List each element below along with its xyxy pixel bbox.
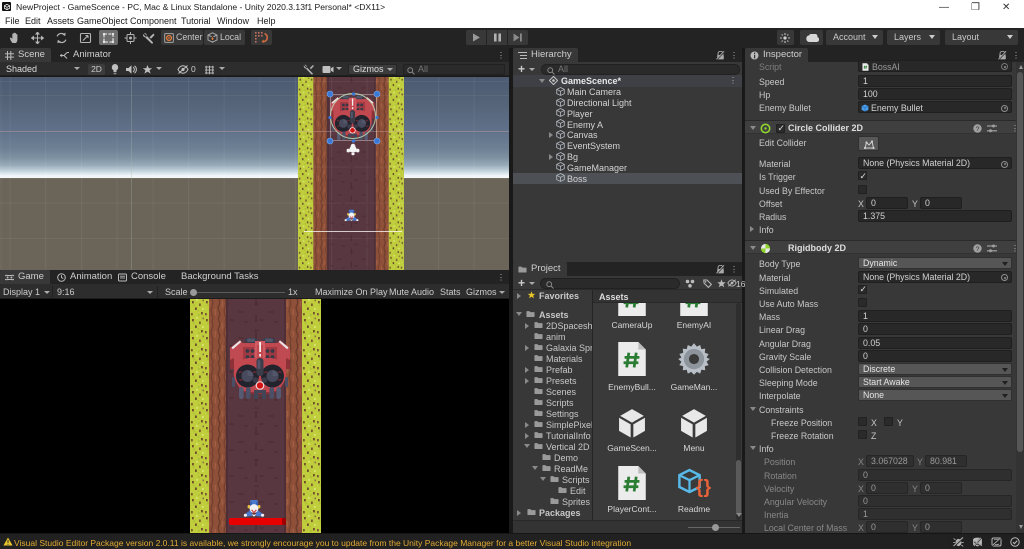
svg-text:?: ? [976,246,980,253]
svg-text:?: ? [976,126,980,133]
